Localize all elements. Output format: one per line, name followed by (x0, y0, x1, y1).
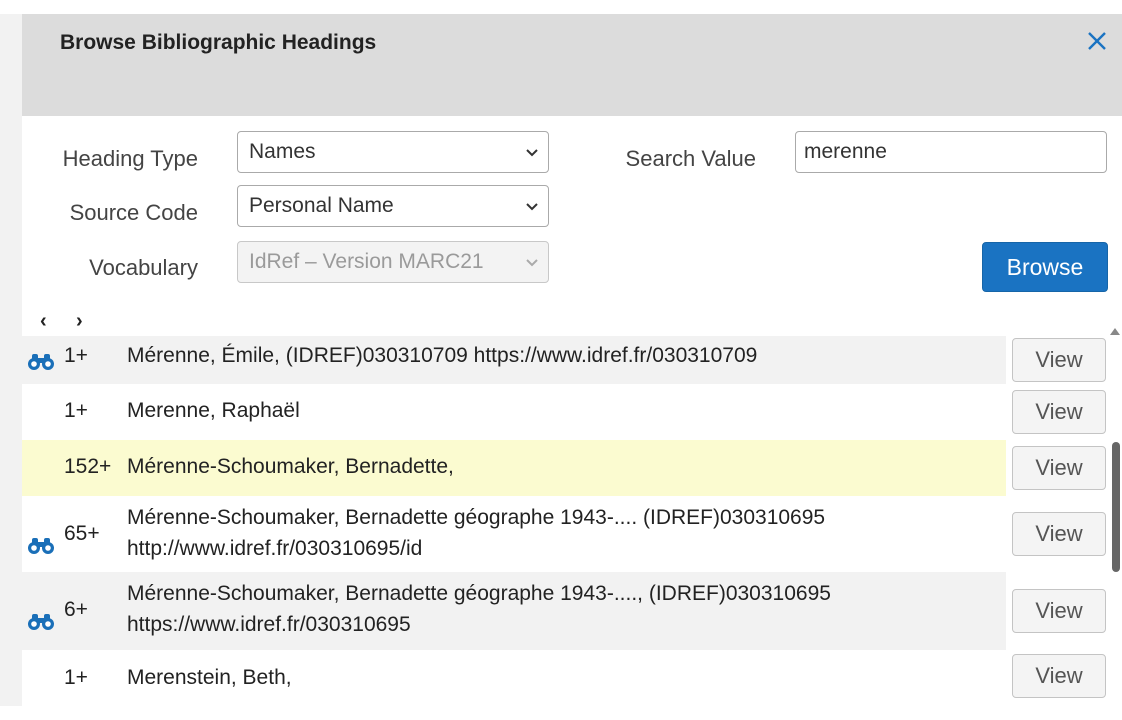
results-scrollbar[interactable] (1108, 322, 1122, 706)
result-heading-line: Mérenne-Schoumaker, Bernadette, (127, 455, 454, 478)
view-cell: View (1006, 384, 1108, 440)
vocabulary-value: IdRef – Version MARC21 (249, 250, 484, 273)
search-value-label: Search Value (625, 146, 756, 171)
view-cell: View (1006, 440, 1108, 496)
source-code-label: Source Code (69, 200, 198, 225)
result-count: 1+ (64, 666, 88, 689)
chevron-down-icon (526, 203, 538, 211)
result-heading[interactable]: Merenne, Raphaël (127, 395, 300, 426)
view-button[interactable]: View (1012, 390, 1106, 434)
view-button[interactable]: View (1012, 446, 1106, 490)
dialog-header: Browse Bibliographic Headings (22, 14, 1122, 116)
view-cell: View (1006, 572, 1108, 650)
result-heading[interactable]: Merenstein, Beth, (127, 662, 292, 693)
result-heading-line: Merenne, Raphaël (127, 399, 300, 422)
result-row: 1+ Merenstein, Beth, View (22, 650, 1108, 720)
result-count: 1+ (64, 344, 88, 367)
view-button[interactable]: View (1012, 654, 1106, 698)
pager-next-button[interactable]: › (76, 310, 83, 333)
result-row: 1+ Mérenne, Émile, (IDREF)030310709 http… (22, 336, 1108, 384)
result-heading-line: Mérenne, Émile, (IDREF)030310709 https:/… (127, 344, 758, 367)
close-icon (1088, 32, 1106, 50)
result-heading-line: https://www.idref.fr/030310695 (127, 613, 411, 636)
scroll-thumb[interactable] (1112, 442, 1120, 572)
binoculars-icon[interactable] (26, 350, 56, 372)
view-cell: View (1006, 336, 1108, 384)
result-heading[interactable]: Mérenne-Schoumaker, Bernadette géographe… (127, 578, 831, 640)
view-button[interactable]: View (1012, 512, 1106, 556)
result-count: 1+ (64, 399, 88, 422)
result-row-highlighted: 152+ Mérenne-Schoumaker, Bernadette, Vie… (22, 440, 1108, 496)
view-cell: View (1006, 496, 1108, 572)
browse-dialog: Browse Bibliographic Headings Heading Ty… (22, 14, 1122, 720)
background-edge (0, 14, 22, 706)
heading-type-label: Heading Type (62, 146, 198, 171)
result-count: 6+ (64, 598, 88, 621)
result-row: 1+ Merenne, Raphaël View (22, 384, 1108, 440)
result-count: 65+ (64, 522, 100, 545)
view-button[interactable]: View (1012, 589, 1106, 633)
view-button[interactable]: View (1012, 338, 1106, 382)
result-heading-line: http://www.idref.fr/030310695/id (127, 537, 423, 560)
result-row: 65+ Mérenne-Schoumaker, Bernadette géogr… (22, 496, 1108, 572)
dialog-title: Browse Bibliographic Headings (60, 31, 377, 54)
vocabulary-label: Vocabulary (89, 255, 198, 280)
result-count: 152+ (64, 455, 112, 478)
pager-prev-button[interactable]: ‹ (40, 310, 47, 333)
source-code-value: Personal Name (249, 194, 394, 217)
view-cell: View (1006, 650, 1108, 720)
chevron-down-icon (526, 149, 538, 157)
search-value-input[interactable]: merenne (795, 131, 1107, 173)
heading-type-value: Names (249, 140, 316, 163)
binoculars-icon[interactable] (26, 534, 56, 556)
heading-type-select[interactable]: Names (237, 131, 549, 173)
result-heading-line: Mérenne-Schoumaker, Bernadette géographe… (127, 506, 826, 529)
result-heading[interactable]: Mérenne, Émile, (IDREF)030310709 https:/… (127, 340, 757, 371)
binoculars-icon[interactable] (26, 610, 56, 632)
result-heading[interactable]: Mérenne-Schoumaker, Bernadette géographe… (127, 502, 825, 564)
result-heading-line: Merenstein, Beth, (127, 666, 292, 689)
chevron-down-icon (526, 259, 538, 267)
result-heading-line: Mérenne-Schoumaker, Bernadette géographe… (127, 582, 831, 605)
top-strip (0, 0, 1122, 14)
source-code-select[interactable]: Personal Name (237, 185, 549, 227)
close-button[interactable] (1080, 24, 1114, 58)
result-heading[interactable]: Mérenne-Schoumaker, Bernadette, (127, 451, 454, 482)
browse-button[interactable]: Browse (982, 242, 1108, 292)
scroll-up-icon[interactable] (1110, 328, 1120, 335)
result-row: 6+ Mérenne-Schoumaker, Bernadette géogra… (22, 572, 1108, 650)
vocabulary-select: IdRef – Version MARC21 (237, 241, 549, 283)
